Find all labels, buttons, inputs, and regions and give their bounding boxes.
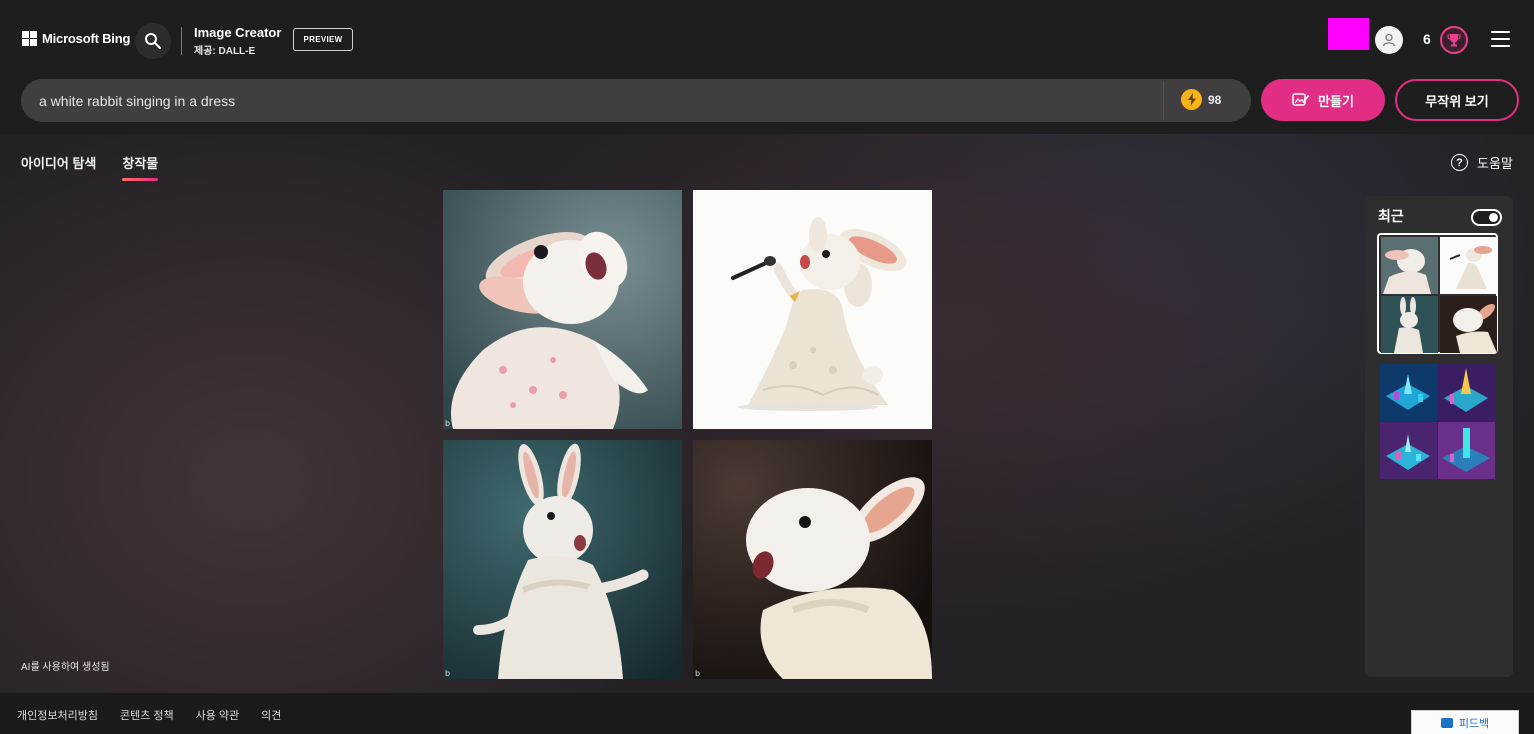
recent-thumb — [1440, 296, 1497, 353]
feedback-button[interactable]: 피드백 — [1411, 710, 1519, 734]
help-label: 도움말 — [1477, 156, 1513, 171]
footer-link-terms[interactable]: 사용 약관 — [196, 707, 240, 723]
hamburger-line — [1491, 31, 1510, 33]
create-image-icon — [1292, 93, 1310, 106]
recent-set-1[interactable] — [1377, 233, 1498, 354]
create-button-label: 만들기 — [1318, 93, 1354, 109]
redacted-block — [1328, 18, 1369, 50]
boost-count: 98 — [1208, 92, 1222, 107]
logo-text: Microsoft Bing — [42, 31, 131, 46]
user-avatar-icon — [1382, 33, 1396, 47]
generated-image-2[interactable] — [693, 190, 932, 429]
recent-thumb — [1440, 237, 1497, 294]
recent-sidebar: 최근 — [1365, 196, 1513, 677]
ai-generated-label: AI를 사용하여 생성됨 — [21, 662, 110, 673]
lightning-coin-icon — [1181, 89, 1202, 110]
user-avatar-button[interactable] — [1375, 26, 1403, 54]
tab-bar: 아이디어 탐색 창작물 — [21, 153, 158, 181]
toggle-knob — [1489, 213, 1498, 222]
chat-bubble-icon — [1440, 717, 1453, 728]
search-icon — [145, 33, 161, 49]
preview-badge: PREVIEW — [293, 28, 353, 51]
hamburger-line — [1491, 38, 1510, 40]
recent-thumb — [1380, 364, 1437, 421]
generated-image-4[interactable]: b — [693, 440, 932, 679]
recent-thumb — [1438, 422, 1495, 479]
header-divider — [181, 27, 182, 55]
bing-logo[interactable]: Microsoft Bing — [22, 31, 130, 46]
help-link[interactable]: ? 도움말 — [1451, 153, 1513, 172]
prompt-input[interactable] — [39, 79, 1159, 122]
app-subtitle: 제공: DALL-E — [194, 46, 256, 57]
windows-logo-icon — [22, 31, 37, 46]
rewards-button[interactable] — [1440, 26, 1468, 54]
recent-thumb — [1380, 422, 1437, 479]
search-button[interactable] — [135, 23, 171, 59]
footer: 개인정보처리방침 콘텐츠 정책 사용 약관 의견 피드백 — [0, 693, 1534, 734]
boost-counter[interactable]: 98 — [1181, 89, 1221, 110]
create-button[interactable]: 만들기 — [1261, 79, 1385, 121]
recent-set-2[interactable] — [1380, 364, 1495, 479]
feedback-label: 피드백 — [1458, 717, 1490, 730]
tab-explore-ideas[interactable]: 아이디어 탐색 — [21, 153, 96, 181]
app-title: Image Creator — [194, 25, 282, 40]
hamburger-line — [1491, 45, 1510, 47]
help-circle-icon: ? — [1451, 154, 1468, 171]
svg-text:b: b — [445, 669, 450, 678]
app-brand[interactable]: Image Creator 제공: DALL-E — [194, 25, 281, 57]
recent-toggle[interactable] — [1471, 209, 1502, 226]
svg-text:b: b — [445, 419, 450, 428]
footer-link-privacy[interactable]: 개인정보처리방침 — [17, 707, 98, 723]
hamburger-menu-button[interactable] — [1491, 31, 1510, 47]
recent-thumb — [1438, 364, 1495, 421]
footer-link-feedback[interactable]: 의견 — [261, 707, 281, 723]
prompt-divider — [1163, 81, 1164, 120]
prompt-bar: 98 — [21, 79, 1251, 122]
generated-image-1[interactable]: b — [443, 190, 682, 429]
surprise-me-button[interactable]: 무작위 보기 — [1395, 79, 1519, 121]
tab-creations[interactable]: 창작물 — [122, 153, 158, 181]
svg-text:b: b — [695, 669, 700, 678]
generated-image-3[interactable]: b — [443, 440, 682, 679]
trophy-icon — [1447, 34, 1461, 47]
top-bar: Microsoft Bing Image Creator 제공: DALL-E … — [0, 0, 1534, 134]
recent-thumb — [1381, 296, 1438, 353]
footer-links: 개인정보처리방침 콘텐츠 정책 사용 약관 의견 — [17, 707, 281, 723]
sidebar-title: 최근 — [1378, 208, 1404, 224]
footer-link-content-policy[interactable]: 콘텐츠 정책 — [120, 707, 174, 723]
reward-count: 6 — [1423, 31, 1431, 47]
recent-thumb — [1381, 237, 1438, 294]
generated-images-grid: b b b — [443, 190, 932, 679]
